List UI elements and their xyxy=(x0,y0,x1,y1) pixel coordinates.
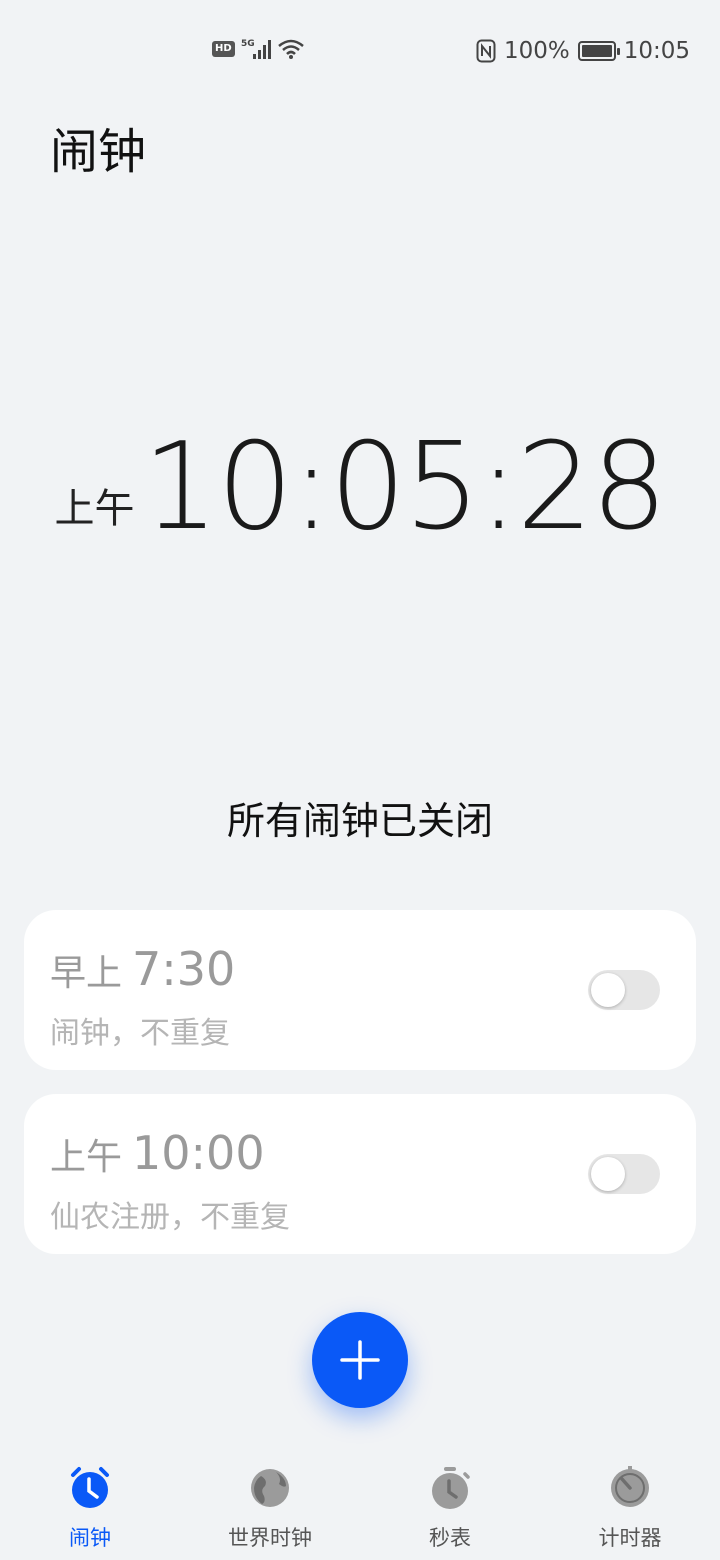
alarm-card[interactable]: 早上 7:30 闹钟，不重复 xyxy=(24,910,696,1070)
status-right: 100% 10:05 xyxy=(476,38,690,64)
globe-icon xyxy=(251,1469,289,1507)
alarm-description: 仙农注册，不重复 xyxy=(50,1200,290,1235)
status-bar: HD 5G 100% 10:05 xyxy=(0,0,720,104)
tab-timer[interactable]: 计时器 xyxy=(540,1440,720,1560)
hd-badge: HD xyxy=(212,41,235,57)
toggle-knob xyxy=(591,1157,625,1191)
page-title: 闹钟 xyxy=(50,124,147,180)
tab-world-clock[interactable]: 世界时钟 xyxy=(180,1440,360,1560)
alarm-time-row: 早上 7:30 xyxy=(50,942,235,996)
status-time: 10:05 xyxy=(623,38,690,64)
alarm-card[interactable]: 上午 10:00 仙农注册，不重复 xyxy=(24,1094,696,1254)
clock-time: 10:05:28 xyxy=(142,418,668,557)
network-type: 5G xyxy=(241,39,255,49)
tab-stopwatch[interactable]: 秒表 xyxy=(360,1440,540,1560)
clock-ampm: 上午 xyxy=(54,486,135,532)
alarm-time-row: 上午 10:00 xyxy=(50,1126,265,1180)
stopwatch-icon xyxy=(432,1467,470,1509)
current-time-display: 上午 10:05:28 xyxy=(0,428,720,548)
tab-label: 秒表 xyxy=(429,1526,471,1550)
alarm-time: 10:00 xyxy=(132,1126,265,1180)
add-alarm-button[interactable] xyxy=(312,1312,408,1408)
battery-fill xyxy=(581,45,612,57)
alarm-clock-icon xyxy=(71,1467,109,1508)
plus-icon xyxy=(340,1340,380,1380)
alarm-time: 7:30 xyxy=(132,942,236,996)
status-left: HD 5G xyxy=(212,38,305,60)
wifi-icon xyxy=(277,39,304,59)
timer-icon xyxy=(611,1466,649,1507)
tab-label: 计时器 xyxy=(598,1526,662,1550)
alarm-period: 上午 xyxy=(50,1137,123,1178)
nfc-icon xyxy=(476,39,496,63)
tab-label: 闹钟 xyxy=(69,1526,111,1550)
battery-icon xyxy=(577,41,620,61)
alarm-toggle[interactable] xyxy=(588,1154,660,1194)
battery-percent: 100% xyxy=(503,38,570,64)
tab-alarm[interactable]: 闹钟 xyxy=(0,1440,180,1560)
alarm-period: 早上 xyxy=(50,953,123,994)
alarm-description: 闹钟，不重复 xyxy=(50,1016,230,1051)
tab-label: 世界时钟 xyxy=(228,1526,312,1550)
signal-icon: 5G xyxy=(241,39,271,59)
toggle-knob xyxy=(591,973,625,1007)
bottom-nav: 闹钟 世界时钟 秒表 计时器 xyxy=(0,1440,720,1560)
alarm-toggle[interactable] xyxy=(588,970,660,1010)
all-alarms-off-text: 所有闹钟已关闭 xyxy=(226,799,493,843)
